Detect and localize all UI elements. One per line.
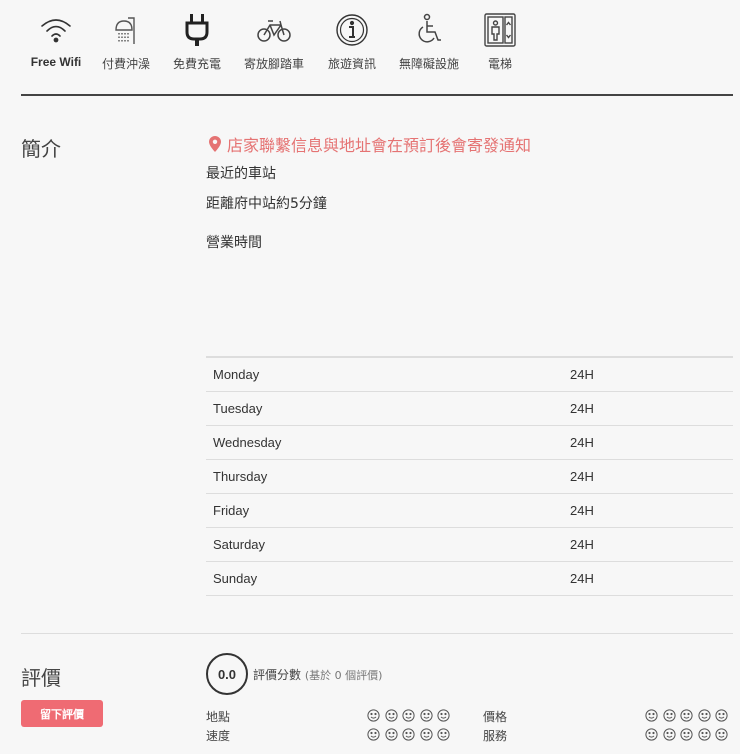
day-cell: Sunday xyxy=(206,561,570,596)
table-row: Thursday 24H xyxy=(206,459,733,494)
amenity-accessible: 無障礙設施 xyxy=(390,12,468,72)
amenity-label: Free Wifi xyxy=(30,55,82,69)
table-row: Friday 24H xyxy=(206,493,733,528)
amenities-bar: Free Wifi 付費沖澡 免費充電 寄放腳踏車 旅遊資訊 無障礙設施 電梯 xyxy=(20,12,532,72)
smiley-icon xyxy=(367,728,385,741)
smiley-icon xyxy=(680,728,698,741)
smiley-icon xyxy=(697,709,716,722)
contact-notice: 店家聯繫信息與地址會在預訂後會寄發通知 xyxy=(209,132,531,156)
amenity-elevator: 電梯 xyxy=(468,12,532,72)
business-hours-label: 營業時間 xyxy=(206,235,262,251)
amenity-bicycle: 寄放腳踏車 xyxy=(234,12,314,72)
rating-label-location: 地點 xyxy=(206,710,231,724)
rating-faces-speed xyxy=(367,728,455,741)
smiley-icon xyxy=(715,709,733,722)
smiley-icon xyxy=(680,709,698,722)
write-review-button[interactable]: 留下評價 xyxy=(21,700,103,727)
reviews-title: 評價 xyxy=(21,666,61,690)
smiley-icon xyxy=(419,709,438,722)
hours-cell: 24H xyxy=(570,391,733,426)
hours-cell: 24H xyxy=(570,527,733,562)
rating-label-service: 服務 xyxy=(483,729,508,743)
rating-faces-service xyxy=(645,728,733,741)
smiley-icon xyxy=(645,709,663,722)
elevator-icon xyxy=(484,13,516,47)
amenity-label: 免費充電 xyxy=(172,57,221,71)
hours-cell: 24H xyxy=(570,493,733,528)
amenity-wifi: Free Wifi xyxy=(20,12,92,72)
smiley-icon xyxy=(437,728,455,741)
nearest-station-label: 最近的車站 xyxy=(206,166,276,182)
smiley-icon xyxy=(402,728,420,741)
amenity-label: 無障礙設施 xyxy=(398,57,459,71)
bicycle-icon xyxy=(257,20,291,42)
smiley-icon xyxy=(384,709,403,722)
table-row: Sunday 24H xyxy=(206,561,733,596)
smiley-icon xyxy=(715,728,733,741)
smiley-icon xyxy=(419,728,438,741)
station-distance: 距離府中站約5分鐘 xyxy=(206,196,327,212)
day-cell: Friday xyxy=(206,493,570,528)
shower-icon xyxy=(115,17,135,44)
wifi-icon xyxy=(41,19,71,43)
table-row: Monday 24H xyxy=(206,357,733,392)
table-row: Tuesday 24H xyxy=(206,391,733,426)
rating-label-price: 價格 xyxy=(483,710,508,724)
day-cell: Monday xyxy=(206,357,570,392)
score-label-text: 評價分數 xyxy=(253,668,302,682)
info-icon xyxy=(336,14,368,46)
hours-cell: 24H xyxy=(570,561,733,596)
smiley-icon xyxy=(384,728,403,741)
smiley-icon xyxy=(697,728,716,741)
amenity-label: 寄放腳踏車 xyxy=(243,57,304,71)
smiley-icon xyxy=(402,709,420,722)
business-hours-table: Monday 24H Tuesday 24H Wednesday 24H Thursd… xyxy=(206,356,733,596)
rating-label-speed: 速度 xyxy=(206,729,231,743)
plug-icon xyxy=(185,14,209,46)
smiley-icon xyxy=(437,709,455,722)
rating-faces-location xyxy=(367,709,455,722)
table-row: Wednesday 24H xyxy=(206,425,733,460)
amenity-label: 電梯 xyxy=(487,57,512,71)
smiley-icon xyxy=(645,728,663,741)
score-circle: 0.0 xyxy=(206,653,248,695)
section-divider xyxy=(21,633,733,634)
day-cell: Wednesday xyxy=(206,425,570,460)
day-cell: Saturday xyxy=(206,527,570,562)
amenity-info: 旅遊資訊 xyxy=(314,12,390,72)
amenity-label: 付費沖澡 xyxy=(101,57,150,71)
intro-title: 簡介 xyxy=(21,137,61,161)
map-pin-icon xyxy=(209,136,221,152)
wheelchair-icon xyxy=(418,13,441,43)
day-cell: Tuesday xyxy=(206,391,570,426)
hours-cell: 24H xyxy=(570,425,733,460)
rating-faces-price xyxy=(645,709,733,722)
smiley-icon xyxy=(367,709,385,722)
table-row: Saturday 24H xyxy=(206,527,733,562)
amenity-shower: 付費沖澡 xyxy=(92,12,160,72)
amenity-charging: 免費充電 xyxy=(160,12,234,72)
section-divider xyxy=(21,94,733,96)
hours-cell: 24H xyxy=(570,459,733,494)
hours-cell: 24H xyxy=(570,357,733,392)
smiley-icon xyxy=(662,728,681,741)
score-count-text: (基於 0 個評價) xyxy=(304,669,383,682)
amenity-label: 旅遊資訊 xyxy=(327,57,376,71)
day-cell: Thursday xyxy=(206,459,570,494)
smiley-icon xyxy=(662,709,681,722)
score-label: 評價分數 (基於 0 個評價) xyxy=(253,666,382,683)
contact-notice-text: 店家聯繫信息與地址會在預訂後會寄發通知 xyxy=(227,136,532,155)
